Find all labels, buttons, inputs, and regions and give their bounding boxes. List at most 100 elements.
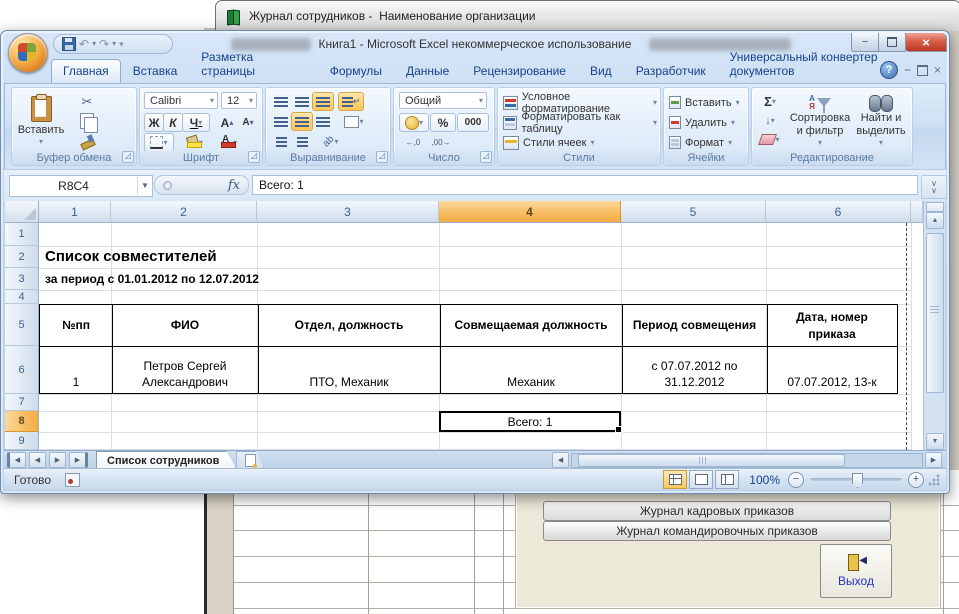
- row-header-3[interactable]: 3: [5, 268, 39, 290]
- delete-cells-button[interactable]: Удалить▾: [668, 113, 746, 132]
- orientation-button[interactable]: ab ▾: [316, 132, 346, 151]
- fill-color-button[interactable]: ▾: [178, 133, 210, 152]
- number-format-select[interactable]: Общий ▾: [399, 92, 487, 109]
- table-header-cell[interactable]: Период совмещения: [622, 305, 767, 346]
- autosum-button[interactable]: Σ▾: [756, 92, 784, 111]
- font-size-select[interactable]: 12 ▾: [221, 92, 257, 109]
- insert-function-button[interactable]: fx: [154, 175, 249, 195]
- table-data-cell[interactable]: Петров Сергей Александрович: [112, 347, 258, 393]
- select-all-corner[interactable]: [5, 201, 39, 223]
- last-sheet-button[interactable]: ▶: [69, 452, 88, 468]
- row-header-9[interactable]: 9: [5, 432, 39, 450]
- customize-qat-button[interactable]: ▾: [119, 38, 124, 50]
- exit-button[interactable]: ◀ Выход: [820, 544, 892, 598]
- increase-decimal-button[interactable]: ←,0: [399, 133, 427, 151]
- number-dialog-launcher[interactable]: ◿: [480, 151, 492, 163]
- hscroll-track[interactable]: [571, 453, 923, 468]
- format-painter-button[interactable]: [74, 130, 100, 150]
- workbook-close-button[interactable]: ×: [934, 64, 941, 76]
- table-header-cell[interactable]: ФИО: [112, 305, 258, 346]
- font-dialog-launcher[interactable]: ◿: [248, 151, 260, 163]
- font-name-select[interactable]: Calibri ▾: [144, 92, 218, 109]
- tab-formuly[interactable]: Формулы: [318, 59, 394, 83]
- column-header-1[interactable]: 1: [39, 201, 111, 223]
- sort-filter-button[interactable]: А Я Сортировка и фильтр ▾: [788, 92, 852, 150]
- tab-razmetka[interactable]: Разметка страницы: [189, 45, 317, 83]
- comma-style-button[interactable]: 000: [457, 113, 489, 132]
- scroll-up-button[interactable]: ▲: [926, 212, 944, 229]
- bold-button[interactable]: Ж: [144, 113, 164, 132]
- row-header-1[interactable]: 1: [5, 223, 39, 246]
- table-data-cell[interactable]: ПТО, Механик: [258, 347, 440, 393]
- tab-dannye[interactable]: Данные: [394, 59, 461, 83]
- name-box-dropdown-icon[interactable]: ▼: [137, 177, 152, 195]
- align-bottom-button[interactable]: [312, 92, 334, 111]
- table-data-cell[interactable]: с 07.07.2012 по 31.12.2012: [622, 347, 767, 393]
- save-icon[interactable]: [62, 37, 76, 51]
- paste-button[interactable]: Вставить ▾: [18, 92, 64, 150]
- decrease-decimal-button[interactable]: ,00→: [427, 133, 455, 151]
- table-header-cell[interactable]: Дата, номер приказа: [767, 305, 897, 346]
- column-header-2[interactable]: 2: [111, 201, 257, 223]
- shrink-font-button[interactable]: А▾: [237, 113, 259, 132]
- insert-cells-button[interactable]: Вставить▾: [668, 93, 746, 112]
- scroll-down-button[interactable]: ▼: [926, 433, 944, 450]
- row-header-8-selected[interactable]: 8: [5, 411, 39, 432]
- increase-indent-button[interactable]: [291, 132, 313, 151]
- table-header-cell[interactable]: Совмещаемая должность: [440, 305, 622, 346]
- grow-font-button[interactable]: А▴: [216, 113, 238, 132]
- font-color-button[interactable]: А ▾: [212, 133, 244, 152]
- align-middle-button[interactable]: [291, 92, 313, 111]
- row-header-5[interactable]: 5: [5, 304, 39, 346]
- tab-vid[interactable]: Вид: [578, 59, 624, 83]
- page-layout-view-button[interactable]: [689, 470, 713, 489]
- redo-caret-icon[interactable]: ▾: [112, 40, 116, 48]
- underline-button[interactable]: Ч▾: [182, 113, 210, 132]
- align-top-button[interactable]: [270, 92, 292, 111]
- row-header-4[interactable]: 4: [5, 290, 39, 304]
- horizontal-scroll-thumb[interactable]: [578, 454, 845, 467]
- copy-button[interactable]: [74, 111, 100, 131]
- row-header-2[interactable]: 2: [5, 246, 39, 268]
- hscroll-right-button[interactable]: ▶: [925, 452, 942, 468]
- format-cells-button[interactable]: Формат▾: [668, 133, 746, 152]
- table-data-cell[interactable]: 1: [40, 347, 112, 393]
- accounting-format-button[interactable]: ▾: [399, 113, 429, 132]
- cell-styles-button[interactable]: Стили ячеек▾: [502, 133, 658, 152]
- column-header-4-selected[interactable]: 4: [439, 201, 621, 223]
- hscroll-left-button[interactable]: ◀: [552, 452, 569, 468]
- macro-record-icon[interactable]: [65, 473, 80, 487]
- tab-recenzirovanie[interactable]: Рецензирование: [461, 59, 578, 83]
- clipboard-dialog-launcher[interactable]: ◿: [122, 151, 134, 163]
- insert-worksheet-tab[interactable]: [236, 451, 264, 469]
- zoom-slider-track[interactable]: [810, 478, 902, 481]
- row-header-6[interactable]: 6: [5, 346, 39, 394]
- expand-formula-bar-button[interactable]: ∨∨: [921, 175, 947, 199]
- row-header-7[interactable]: 7: [5, 394, 39, 411]
- zoom-out-button[interactable]: −: [788, 472, 804, 488]
- align-left-button[interactable]: [270, 112, 292, 131]
- merge-center-button[interactable]: ▾: [338, 112, 370, 131]
- find-select-button[interactable]: Найти и выделить ▾: [852, 92, 910, 150]
- tab-vstavka[interactable]: Вставка: [121, 59, 190, 83]
- column-header-3[interactable]: 3: [257, 201, 439, 223]
- undo-caret-icon[interactable]: ▾: [92, 40, 96, 48]
- percent-style-button[interactable]: %: [430, 113, 456, 132]
- office-button[interactable]: [8, 33, 48, 73]
- zoom-in-button[interactable]: +: [908, 472, 924, 488]
- column-header-6[interactable]: 6: [766, 201, 911, 223]
- formula-input[interactable]: Всего: 1: [252, 175, 918, 195]
- table-header-cell[interactable]: №пп: [40, 305, 112, 346]
- align-center-button[interactable]: [291, 112, 313, 131]
- horizontal-scrollbar[interactable]: ◀ ▶: [552, 453, 942, 467]
- decrease-indent-button[interactable]: [270, 132, 292, 151]
- clear-button[interactable]: ▾: [756, 130, 784, 149]
- undo-button[interactable]: ↶: [79, 38, 89, 50]
- table-header-cell[interactable]: Отдел, должность: [258, 305, 440, 346]
- resize-grip[interactable]: [928, 474, 940, 486]
- conditional-formatting-button[interactable]: Условное форматирование▾: [502, 93, 658, 112]
- next-sheet-button[interactable]: ▶: [49, 452, 66, 468]
- workbook-restore-button[interactable]: [917, 65, 928, 76]
- tab-razrabotchik[interactable]: Разработчик: [624, 59, 718, 83]
- align-right-button[interactable]: [312, 112, 334, 131]
